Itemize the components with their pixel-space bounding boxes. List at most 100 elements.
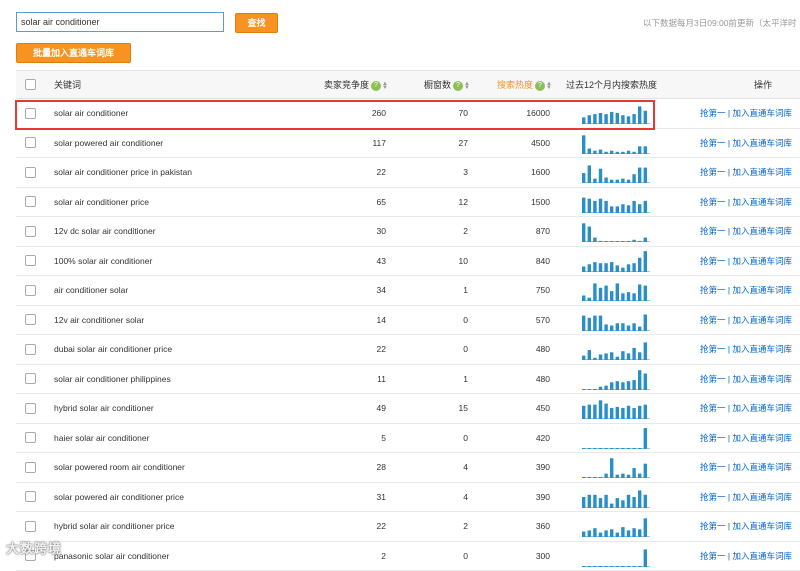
- trend-bar: [643, 314, 647, 331]
- add-to-library-link[interactable]: 加入直通车词库: [732, 226, 792, 236]
- trend-bar: [587, 148, 591, 154]
- trend-sparkline: [582, 283, 650, 302]
- trend-bar: [604, 403, 608, 420]
- trend-bar: [604, 114, 608, 125]
- row-checkbox[interactable]: [24, 137, 36, 149]
- grab-first-link[interactable]: 抢第一: [700, 521, 726, 531]
- trend-bar: [593, 114, 597, 125]
- grab-first-link[interactable]: 抢第一: [700, 138, 726, 148]
- grab-first-link[interactable]: 抢第一: [700, 315, 726, 325]
- trend-bar: [643, 373, 647, 390]
- trend-sparkline: [582, 369, 650, 390]
- trend-bar: [604, 177, 608, 184]
- grab-first-link[interactable]: 抢第一: [700, 403, 726, 413]
- grab-first-link[interactable]: 抢第一: [700, 344, 726, 354]
- add-to-library-link[interactable]: 加入直通车词库: [732, 256, 792, 266]
- row-checkbox[interactable]: [24, 402, 36, 414]
- grab-first-link[interactable]: 抢第一: [700, 226, 726, 236]
- row-checkbox[interactable]: [24, 196, 36, 208]
- row-checkbox[interactable]: [24, 166, 36, 178]
- row-checkbox[interactable]: [24, 520, 36, 532]
- grab-first-link[interactable]: 抢第一: [700, 492, 726, 502]
- competition-cell: 28: [292, 452, 394, 483]
- add-to-library-link[interactable]: 加入直通车词库: [732, 108, 792, 118]
- bulk-add-button[interactable]: 批量加入直通车词库: [16, 43, 131, 63]
- add-to-library-link[interactable]: 加入直通车词库: [732, 492, 792, 502]
- row-checkbox[interactable]: [24, 284, 36, 296]
- sort-icon[interactable]: ▲ ▼: [382, 81, 388, 91]
- row-select-cell: [16, 511, 44, 542]
- header-showcase[interactable]: 橱窗数? ▲ ▼: [394, 70, 476, 99]
- add-to-library-link[interactable]: 加入直通车词库: [732, 403, 792, 413]
- trend-bar: [587, 264, 591, 272]
- row-checkbox[interactable]: [24, 461, 36, 473]
- trend-bar: [604, 262, 608, 272]
- grab-first-link[interactable]: 抢第一: [700, 108, 726, 118]
- add-to-library-link[interactable]: 加入直通车词库: [732, 344, 792, 354]
- header-competition[interactable]: 卖家竞争度? ▲ ▼: [292, 70, 394, 99]
- keyword-cell: solar air conditioner philippines: [44, 364, 292, 394]
- trend-bar: [598, 262, 603, 272]
- row-checkbox[interactable]: [24, 432, 36, 444]
- sort-icon[interactable]: ▲ ▼: [464, 81, 470, 91]
- trend-sparkline: [582, 314, 650, 331]
- grab-first-link[interactable]: 抢第一: [700, 433, 726, 443]
- add-to-library-link[interactable]: 加入直通车词库: [732, 138, 792, 148]
- add-to-library-link[interactable]: 加入直通车词库: [732, 197, 792, 207]
- trend-bar: [587, 530, 591, 538]
- keyword-cell: haier solar air conditioner: [44, 423, 292, 453]
- add-to-library-link[interactable]: 加入直通车词库: [732, 462, 792, 472]
- grab-first-link[interactable]: 抢第一: [700, 285, 726, 295]
- trend-sparkline: [582, 549, 650, 567]
- add-to-library-link[interactable]: 加入直通车词库: [732, 433, 792, 443]
- grab-first-link[interactable]: 抢第一: [700, 167, 726, 177]
- trend-bar: [593, 528, 597, 538]
- add-to-library-link[interactable]: 加入直通车词库: [732, 285, 792, 295]
- trend-cell: [558, 216, 686, 247]
- trend-bar: [598, 354, 603, 361]
- row-select-cell: [16, 275, 44, 306]
- add-to-library-link[interactable]: 加入直通车词库: [732, 521, 792, 531]
- row-checkbox[interactable]: [24, 373, 36, 385]
- trend-bar: [582, 173, 586, 184]
- help-icon[interactable]: ?: [453, 80, 463, 91]
- row-checkbox[interactable]: [24, 107, 36, 119]
- row-checkbox[interactable]: [24, 491, 36, 503]
- add-to-library-link[interactable]: 加入直通车词库: [732, 551, 792, 561]
- row-checkbox[interactable]: [24, 255, 36, 267]
- table-row: solar air conditioner philippines 11 1 480 抢…: [16, 364, 800, 394]
- trend-sparkline: [582, 458, 650, 479]
- grab-first-link[interactable]: 抢第一: [700, 374, 726, 384]
- help-icon[interactable]: ?: [371, 80, 381, 91]
- row-select-cell: [16, 216, 44, 247]
- row-checkbox[interactable]: [24, 314, 36, 326]
- trend-sparkline: [582, 197, 650, 213]
- trend-bar: [632, 496, 636, 508]
- select-all-checkbox[interactable]: [24, 79, 36, 91]
- search-button[interactable]: 查找: [235, 13, 278, 33]
- row-checkbox[interactable]: [24, 225, 36, 237]
- trend-bar: [604, 200, 608, 213]
- add-to-library-link[interactable]: 加入直通车词库: [732, 315, 792, 325]
- row-checkbox[interactable]: [24, 343, 36, 355]
- trend-bar: [621, 323, 625, 331]
- update-note: 以下数据每月3日09:00前更新（太平洋时: [643, 18, 797, 28]
- grab-first-link[interactable]: 抢第一: [700, 551, 726, 561]
- showcase-cell: 12: [394, 187, 476, 217]
- trend-bar: [582, 531, 586, 538]
- grab-first-link[interactable]: 抢第一: [700, 197, 726, 207]
- help-icon[interactable]: ?: [535, 80, 545, 91]
- header-heat[interactable]: 搜索热度? ▲ ▼: [476, 70, 558, 99]
- grab-first-link[interactable]: 抢第一: [700, 462, 726, 472]
- heat-cell: 450: [476, 393, 558, 424]
- heat-cell: 750: [476, 275, 558, 306]
- action-separator: |: [727, 373, 731, 384]
- keyword-search-input[interactable]: [16, 12, 224, 32]
- trend-bar: [604, 324, 608, 331]
- competition-cell: 22: [292, 334, 394, 365]
- add-to-library-link[interactable]: 加入直通车词库: [732, 167, 792, 177]
- trend-bar: [610, 291, 614, 302]
- sort-icon[interactable]: ▲ ▼: [546, 81, 552, 91]
- add-to-library-link[interactable]: 加入直通车词库: [732, 374, 792, 384]
- grab-first-link[interactable]: 抢第一: [700, 256, 726, 266]
